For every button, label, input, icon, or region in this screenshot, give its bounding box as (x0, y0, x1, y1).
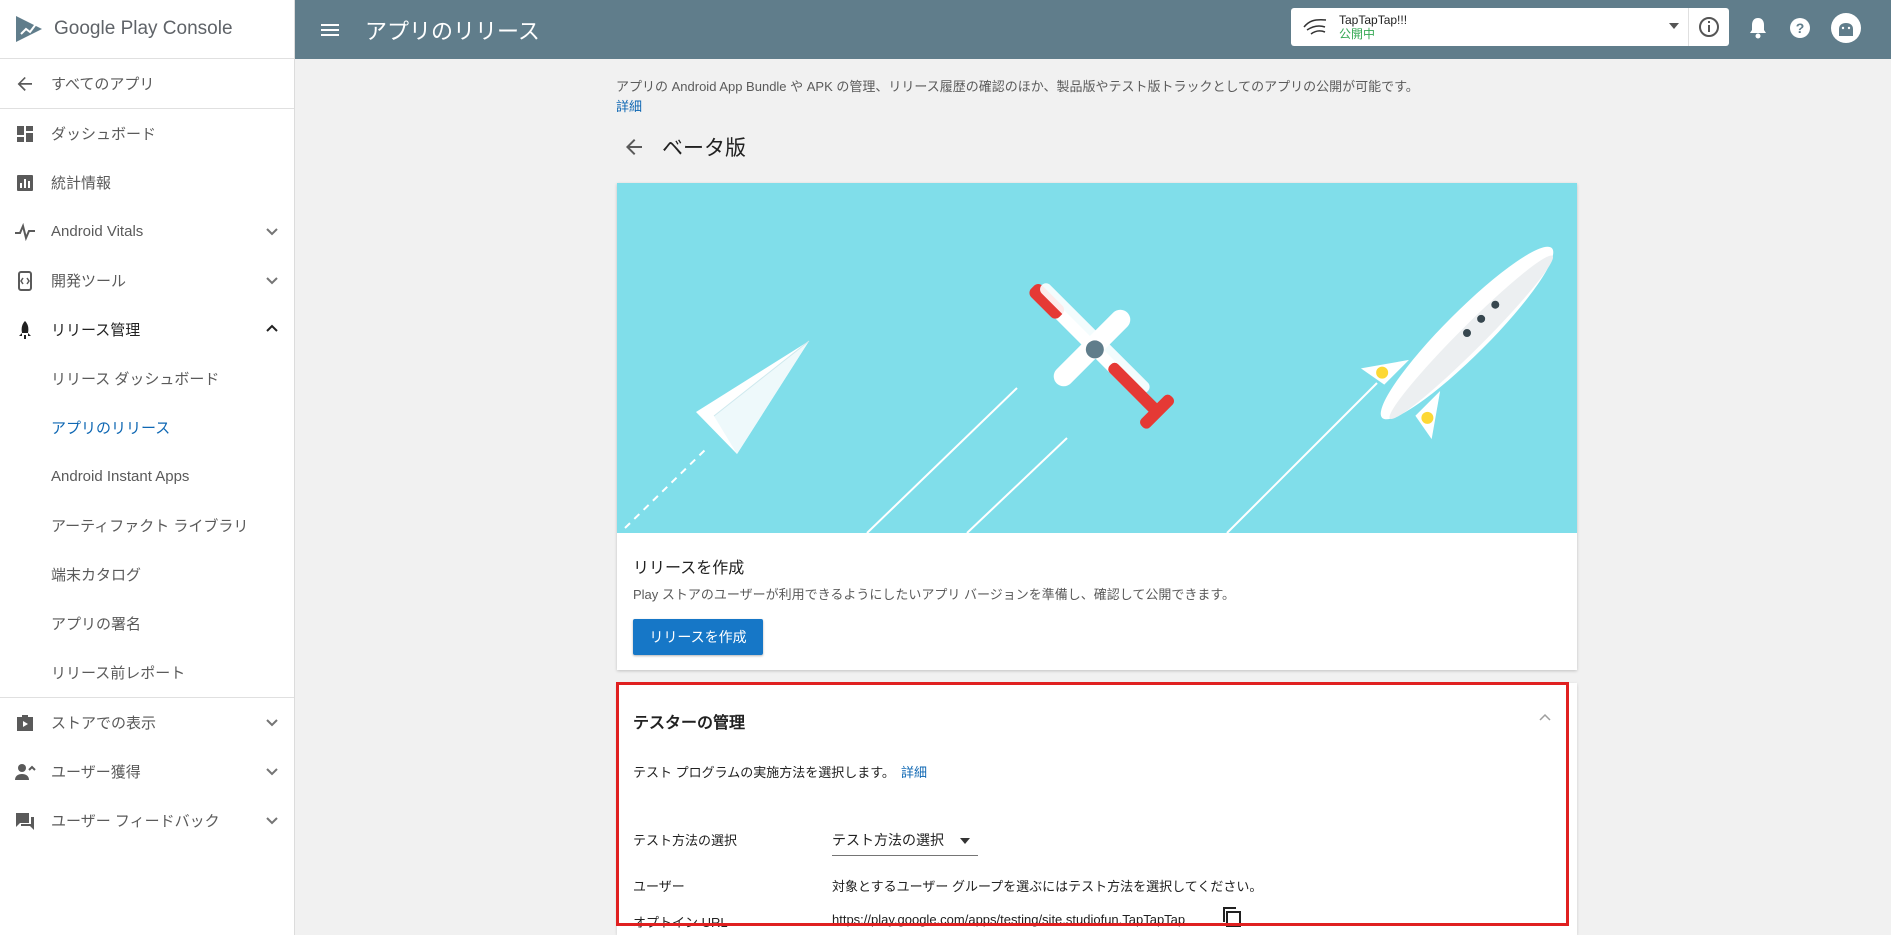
test-method-value: テスト方法の選択 (832, 832, 944, 848)
page-intro-text: アプリの Android App Bundle や APK の管理、リリース履歴… (616, 79, 1419, 94)
stats-icon (14, 172, 36, 194)
vitals-icon (14, 221, 36, 243)
manage-testers-card: テスターの管理 テスト プログラムの実施方法を選択します。 詳細 テスト方法の選択… (617, 683, 1577, 935)
back-label: すべてのアプリ (51, 76, 155, 93)
sidebar-item-label: ユーザー フィードバック (51, 813, 220, 830)
app-picker[interactable]: TapTapTap!!! 公開中 (1291, 8, 1729, 46)
menu-icon[interactable] (317, 17, 343, 43)
sidebar-item-label: Android Vitals (51, 223, 144, 240)
brand-header[interactable]: Google Play Console (0, 0, 294, 59)
optin-url-value: https://play.google.com/apps/testing/sit… (832, 912, 1186, 927)
create-release-button[interactable]: リリースを作成 (633, 619, 763, 655)
manage-testers-description: テスト プログラムの実施方法を選択します。 詳細 (633, 762, 927, 781)
sidebar-item-label: ダッシュボード (51, 126, 157, 143)
sidebar-subitem-pre-launch-report[interactable]: リリース前レポート (0, 648, 294, 697)
chevron-down-icon (266, 228, 278, 236)
create-release-card: リリースを作成 Play ストアのユーザーが利用できるようにしたいアプリ バージ… (617, 183, 1577, 670)
sidebar-item-store-presence[interactable]: ストアでの表示 (0, 698, 294, 747)
dashboard-icon (14, 123, 36, 145)
sidebar-subitem-label: アプリのリリース (51, 420, 171, 437)
sidebar-item-label: ユーザー獲得 (51, 764, 141, 781)
sidebar-subitem-label: Android Instant Apps (51, 468, 190, 485)
sidebar-item-dashboard[interactable]: ダッシュボード (0, 109, 294, 158)
app-status: 公開中 (1339, 27, 1376, 41)
chevron-down-icon (266, 277, 278, 285)
sidebar: Google Play Console すべてのアプリ ダッシュボード 統計情報… (0, 0, 295, 935)
manage-testers-title: テスターの管理 (633, 715, 746, 732)
sidebar-item-user-acquisition[interactable]: ユーザー獲得 (0, 747, 294, 796)
sidebar-subitem-label: 端末カタログ (51, 567, 142, 584)
divider (1688, 8, 1689, 46)
copy-icon[interactable] (1221, 906, 1243, 928)
sidebar-item-label: 統計情報 (51, 175, 112, 192)
chevron-down-icon (266, 768, 278, 776)
chevron-down-icon (266, 719, 278, 727)
dev-tools-icon (14, 270, 36, 292)
sidebar-item-label: 開発ツール (51, 273, 127, 290)
rocket-icon (14, 319, 36, 341)
help-icon[interactable]: ? (1787, 15, 1813, 41)
dropdown-caret-icon (960, 838, 970, 844)
sidebar-subitem-app-releases[interactable]: アプリのリリース (0, 403, 294, 452)
sidebar-item-user-feedback[interactable]: ユーザー フィードバック (0, 796, 294, 845)
hero-illustration (617, 183, 1577, 533)
sidebar-item-dev-tools[interactable]: 開発ツール (0, 256, 294, 305)
test-method-select[interactable]: テスト方法の選択 (832, 826, 978, 856)
brand-google: Google (54, 18, 116, 39)
testers-learn-more-link[interactable]: 詳細 (901, 765, 927, 780)
sidebar-subitem-label: リリース前レポート (51, 665, 186, 682)
arrow-back-icon[interactable] (622, 135, 646, 159)
page-title: アプリのリリース (365, 18, 540, 44)
sidebar-subitem-device-catalog[interactable]: 端末カタログ (0, 550, 294, 599)
chevron-down-icon (266, 817, 278, 825)
sidebar-item-label: リリース管理 (51, 322, 141, 339)
user-add-icon (14, 761, 36, 783)
app-picker-text: TapTapTap!!! 公開中 (1329, 13, 1407, 41)
feedback-icon (14, 810, 36, 832)
chevron-up-icon[interactable] (1535, 708, 1555, 728)
dropdown-caret-icon (1669, 23, 1679, 29)
info-icon[interactable] (1697, 15, 1721, 39)
sidebar-subitem-release-dashboard[interactable]: リリース ダッシュボード (0, 354, 294, 403)
sidebar-subitem-artifact-library[interactable]: アーティファクト ライブラリ (0, 501, 294, 550)
create-release-description: Play ストアのユーザーが利用できるようにしたいアプリ バージョンを準備し、確… (633, 587, 1236, 602)
app-name: TapTapTap!!! (1339, 13, 1408, 27)
sidebar-subitem-label: アーティファクト ライブラリ (51, 518, 249, 535)
store-icon (14, 712, 36, 734)
users-value: 対象とするユーザー グループを選ぶにはテスト方法を選択してください。 (832, 879, 1263, 894)
sidebar-subitem-app-signing[interactable]: アプリの署名 (0, 599, 294, 648)
intro-learn-more-link[interactable]: 詳細 (616, 96, 642, 115)
top-app-bar: アプリのリリース TapTapTap!!! 公開中 ? (295, 0, 1891, 59)
play-console-logo (16, 16, 42, 42)
notifications-icon[interactable] (1745, 15, 1771, 41)
test-method-label: テスト方法の選択 (633, 833, 738, 848)
sidebar-item-release-management[interactable]: リリース管理 (0, 305, 294, 354)
chevron-up-icon (266, 324, 278, 332)
arrow-back-icon (14, 73, 36, 95)
sidebar-item-android-vitals[interactable]: Android Vitals (0, 207, 294, 256)
account-avatar-icon[interactable] (1830, 12, 1862, 44)
sidebar-item-label: ストアでの表示 (51, 715, 157, 732)
track-title: ベータ版 (662, 137, 746, 160)
testers-description-text: テスト プログラムの実施方法を選択します。 (633, 765, 895, 780)
track-header: ベータ版 (622, 132, 746, 162)
svg-text:?: ? (1796, 20, 1805, 36)
brand-text: Google Play Console (54, 18, 233, 40)
sidebar-subitem-label: アプリの署名 (51, 616, 142, 633)
sidebar-subitem-label: リリース ダッシュボード (51, 371, 220, 388)
back-to-all-apps[interactable]: すべてのアプリ (0, 59, 294, 108)
brand-console: Play Console (120, 18, 233, 39)
sidebar-subitem-instant-apps[interactable]: Android Instant Apps (0, 452, 294, 501)
release-illustration (624, 246, 1554, 533)
app-logo-icon (1303, 19, 1327, 35)
optin-url-label: オプトイン URL (633, 915, 728, 930)
create-release-title: リリースを作成 (633, 560, 745, 577)
users-label: ユーザー (633, 879, 685, 894)
sidebar-item-stats[interactable]: 統計情報 (0, 158, 294, 207)
